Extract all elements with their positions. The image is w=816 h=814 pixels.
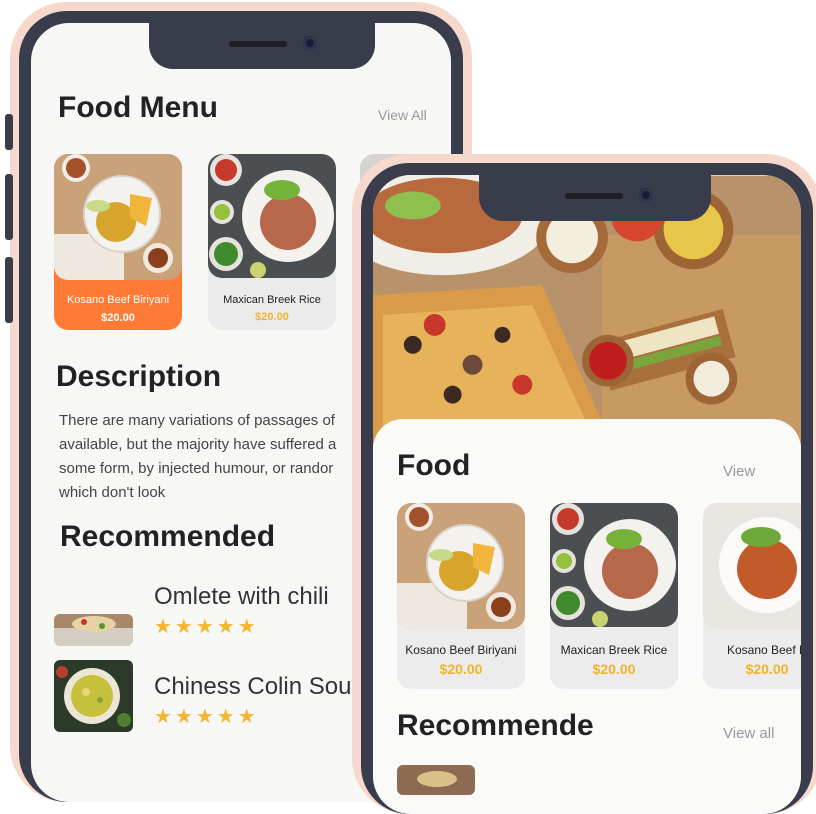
food-menu-title: Food Menu [58, 91, 218, 124]
view-all-link[interactable]: View all [723, 725, 774, 742]
phone-frame: Food View Kosano Beef Biriyani $20.00 Ma… [361, 163, 813, 814]
view-all-link[interactable]: View All [378, 107, 427, 123]
description-title: Description [56, 360, 222, 393]
star-rating: ★★★★★ [154, 616, 259, 638]
content-sheet: Food View Kosano Beef Biriyani $20.00 Ma… [373, 419, 801, 814]
recommended-title: Recommende [397, 709, 594, 742]
recommended-item-title: Chiness Colin Sou [154, 673, 352, 700]
camera-icon [303, 36, 317, 50]
food-card-name: Kosano Beef Biriyani [405, 643, 517, 657]
menu-card-name: Maxican Breek Rice [223, 294, 321, 306]
menu-card-price: $20.00 [101, 312, 135, 324]
food-title: Food [397, 449, 471, 482]
food-card-partial[interactable]: Kosano Beef B $20.00 [703, 503, 801, 689]
food-card-biriyani[interactable]: Kosano Beef Biriyani $20.00 [397, 503, 525, 689]
side-button [5, 257, 13, 323]
phone-mockup-food-home: Food View Kosano Beef Biriyani $20.00 Ma… [352, 154, 816, 814]
star-rating: ★★★★★ [154, 706, 259, 728]
soup-thumbnail [54, 660, 133, 732]
food-card-breek-rice[interactable]: Maxican Breek Rice $20.00 [550, 503, 678, 689]
food-card-name: Maxican Breek Rice [560, 643, 668, 657]
view-link[interactable]: View [723, 463, 755, 480]
pasta-plate-image [703, 503, 801, 629]
food-card-name: Kosano Beef B [726, 643, 801, 657]
food-card-price: $20.00 [592, 661, 636, 677]
camera-icon [639, 188, 653, 202]
food-card-price: $20.00 [745, 661, 789, 677]
side-button [5, 114, 13, 150]
biriyani-plate-image [54, 154, 182, 280]
recommended-thumbnail[interactable] [397, 765, 475, 795]
omlete-thumbnail [54, 614, 133, 646]
menu-card-breek-rice[interactable]: Maxican Breek Rice $20.00 [208, 154, 336, 330]
side-button [5, 174, 13, 240]
recommended-item-title: Omlete with chili [154, 583, 329, 610]
biriyani-plate-image [397, 503, 525, 629]
breek-rice-plate-image [550, 503, 678, 627]
menu-card-name: Kosano Beef Biriyani [66, 294, 170, 306]
menu-card-biriyani[interactable]: Kosano Beef Biriyani $20.00 [54, 154, 182, 330]
speaker-grille [229, 41, 287, 47]
phone-screen: Food View Kosano Beef Biriyani $20.00 Ma… [373, 175, 801, 814]
notch [149, 23, 375, 69]
menu-card-price: $20.00 [255, 311, 289, 323]
recommended-title: Recommended [60, 520, 276, 553]
notch [479, 175, 711, 221]
breek-rice-plate-image [208, 154, 336, 278]
food-card-price: $20.00 [439, 661, 483, 677]
speaker-grille [565, 193, 623, 199]
